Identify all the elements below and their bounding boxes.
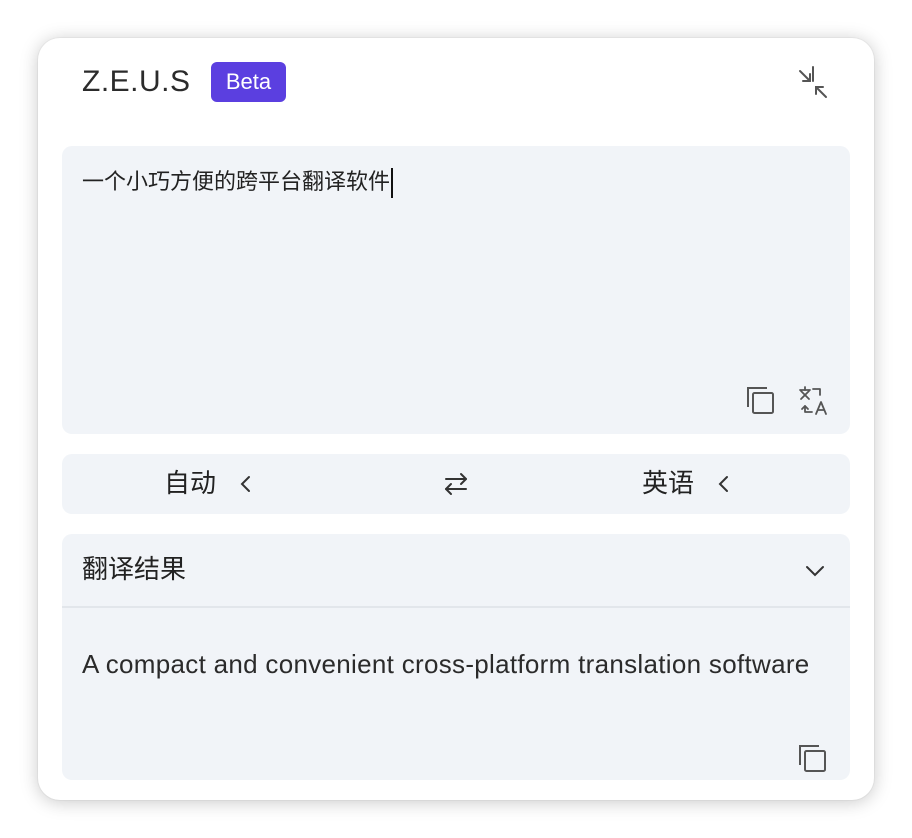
translator-window: Z.E.U.S Beta 一个小巧方便的跨平台翻译软件 自动 英语 翻译结果 A… xyxy=(38,38,874,800)
swap-arrows-icon xyxy=(445,473,467,495)
translate-button[interactable] xyxy=(796,384,830,418)
header: Z.E.U.S Beta xyxy=(38,38,874,128)
copy-icon xyxy=(799,745,826,772)
source-language-label: 自动 xyxy=(164,469,217,499)
target-language-label: 英语 xyxy=(642,469,695,499)
source-input[interactable]: 一个小巧方便的跨平台翻译软件 xyxy=(82,168,822,198)
translate-icon xyxy=(799,386,827,415)
collapse-icon[interactable] xyxy=(794,65,832,103)
app-title: Z.E.U.S xyxy=(82,65,191,98)
translation-result-panel: 翻译结果 A compact and convenient cross-plat… xyxy=(62,534,850,780)
source-text-area[interactable]: 一个小巧方便的跨平台翻译软件 xyxy=(62,146,850,434)
result-header[interactable]: 翻译结果 xyxy=(62,534,850,608)
source-language-select[interactable]: 自动 xyxy=(164,454,252,514)
source-input-text: 一个小巧方便的跨平台翻译软件 xyxy=(82,170,391,195)
result-text: A compact and convenient cross-platform … xyxy=(82,649,810,679)
text-caret xyxy=(391,168,394,198)
chevron-left-icon xyxy=(718,476,729,492)
copy-source-button[interactable] xyxy=(744,384,778,418)
language-bar: 自动 英语 xyxy=(62,454,850,514)
chevron-down-icon[interactable] xyxy=(802,558,828,584)
target-language-select[interactable]: 英语 xyxy=(642,454,730,514)
chevron-left-icon xyxy=(240,476,251,492)
copy-result-button[interactable] xyxy=(796,742,830,776)
beta-badge: Beta xyxy=(211,62,286,102)
result-title: 翻译结果 xyxy=(82,555,187,585)
swap-languages-button[interactable] xyxy=(440,468,472,500)
copy-icon xyxy=(747,387,774,414)
